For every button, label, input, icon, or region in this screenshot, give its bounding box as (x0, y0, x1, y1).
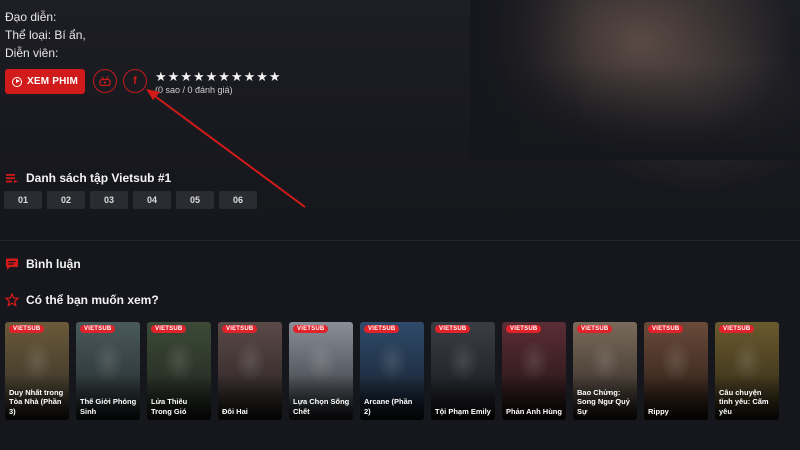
facebook-button[interactable]: f (123, 69, 147, 93)
vietsub-badge: VIETSUB (364, 325, 400, 333)
rating-star-6[interactable]: ★ (218, 70, 230, 83)
comments-section-title: Bình luận (26, 257, 81, 271)
episode-list: 01 02 03 04 05 06 (4, 191, 257, 209)
youtube-button[interactable] (93, 69, 117, 93)
vietsub-badge: VIETSUB (9, 325, 45, 333)
vietsub-badge: VIETSUB (506, 325, 542, 333)
episode-button-03[interactable]: 03 (90, 191, 128, 209)
suggestions-section-title: Có thể bạn muốn xem? (26, 293, 159, 307)
rating-star-7[interactable]: ★ (231, 70, 243, 83)
suggestion-title: Thế Giới Phóng Sinh (80, 397, 137, 416)
suggestion-card[interactable]: VIETSUB Bao Chửng: Song Ngư Quỷ Sự (573, 322, 637, 420)
episode-section-title: Danh sách tập Vietsub #1 (26, 171, 172, 185)
rating-text: (0 sao / 0 đánh giá) (155, 85, 233, 95)
watch-movie-label: XEM PHIM (26, 76, 79, 87)
suggestion-title: Lựa Chọn Sống Chết (293, 397, 350, 416)
suggestion-card[interactable]: VIETSUB Tội Phạm Emily (431, 322, 495, 420)
suggestion-title: Rippy (648, 406, 669, 416)
facebook-icon: f (133, 75, 137, 87)
vietsub-badge: VIETSUB (577, 325, 613, 333)
rating-star-8[interactable]: ★ (244, 70, 256, 83)
episode-section-header: Danh sách tập Vietsub #1 (5, 171, 171, 185)
play-icon (11, 76, 22, 87)
rating-widget: ★ ★ ★ ★ ★ ★ ★ ★ ★ ★ (0 sao / 0 đánh giá) (155, 70, 281, 95)
rating-star-4[interactable]: ★ (193, 70, 205, 83)
suggestion-card[interactable]: VIETSUB Thế Giới Phóng Sinh (76, 322, 140, 420)
suggestion-card[interactable]: VIETSUB Arcane (Phần 2) (360, 322, 424, 420)
episode-button-01[interactable]: 01 (4, 191, 42, 209)
comments-section-header: Bình luận (5, 257, 81, 271)
vietsub-badge: VIETSUB (151, 325, 187, 333)
suggestion-card[interactable]: VIETSUB Rippy (644, 322, 708, 420)
suggestion-card[interactable]: VIETSUB Phản Anh Hùng (502, 322, 566, 420)
rating-stars[interactable]: ★ ★ ★ ★ ★ ★ ★ ★ ★ ★ (155, 70, 281, 83)
suggestion-card[interactable]: VIETSUB Duy Nhất trong Tòa Nhà (Phần 3) (5, 322, 69, 420)
director-label: Đạo diễn: (5, 10, 57, 24)
suggestion-title: Lửa Thiêu Trong Gió (151, 397, 188, 416)
cast-label: Diễn viên: (5, 46, 59, 60)
suggestion-title: Phản Anh Hùng (506, 406, 562, 416)
rating-star-5[interactable]: ★ (206, 70, 218, 83)
youtube-icon (99, 76, 111, 86)
suggestion-card[interactable]: VIETSUB Đôi Hai (218, 322, 282, 420)
suggestion-title: Arcane (Phần 2) (364, 397, 413, 416)
rating-star-1[interactable]: ★ (155, 70, 167, 83)
suggestion-title: Duy Nhất trong Tòa Nhà (Phần 3) (9, 387, 64, 416)
vietsub-badge: VIETSUB (435, 325, 471, 333)
star-icon (5, 293, 19, 307)
watch-movie-button[interactable]: XEM PHIM (5, 69, 85, 94)
vietsub-badge: VIETSUB (648, 325, 684, 333)
suggestion-title: Câu chuyện tình yêu: Cấm yêu (719, 387, 769, 416)
vietsub-badge: VIETSUB (293, 325, 329, 333)
suggestion-title: Tội Phạm Emily (435, 406, 491, 416)
rating-star-3[interactable]: ★ (180, 70, 192, 83)
suggestion-title: Đôi Hai (222, 406, 248, 416)
episode-button-02[interactable]: 02 (47, 191, 85, 209)
suggestion-card[interactable]: VIETSUB Lửa Thiêu Trong Gió (147, 322, 211, 420)
vietsub-badge: VIETSUB (719, 325, 755, 333)
rating-star-2[interactable]: ★ (168, 70, 180, 83)
episode-button-05[interactable]: 05 (176, 191, 214, 209)
episode-button-06[interactable]: 06 (219, 191, 257, 209)
suggestion-card[interactable]: VIETSUB Câu chuyện tình yêu: Cấm yêu (715, 322, 779, 420)
suggestion-list: VIETSUB Duy Nhất trong Tòa Nhà (Phần 3) VI… (5, 322, 779, 420)
section-divider (0, 240, 800, 241)
episode-button-04[interactable]: 04 (133, 191, 171, 209)
suggestions-section-header: Có thể bạn muốn xem? (5, 293, 159, 307)
suggestion-card[interactable]: VIETSUB Lựa Chọn Sống Chết (289, 322, 353, 420)
movie-meta: Đạo diễn: Thể loại: Bí ẩn, Diễn viên: (5, 8, 86, 62)
vietsub-badge: VIETSUB (222, 325, 258, 333)
list-icon (6, 174, 18, 183)
suggestion-title: Bao Chửng: Song Ngư Quỷ Sự (577, 387, 630, 416)
rating-star-9[interactable]: ★ (256, 70, 268, 83)
rating-star-10[interactable]: ★ (269, 70, 281, 83)
comment-icon (6, 258, 18, 270)
vietsub-badge: VIETSUB (80, 325, 116, 333)
genre-label: Thể loại: Bí ẩn, (5, 28, 86, 42)
